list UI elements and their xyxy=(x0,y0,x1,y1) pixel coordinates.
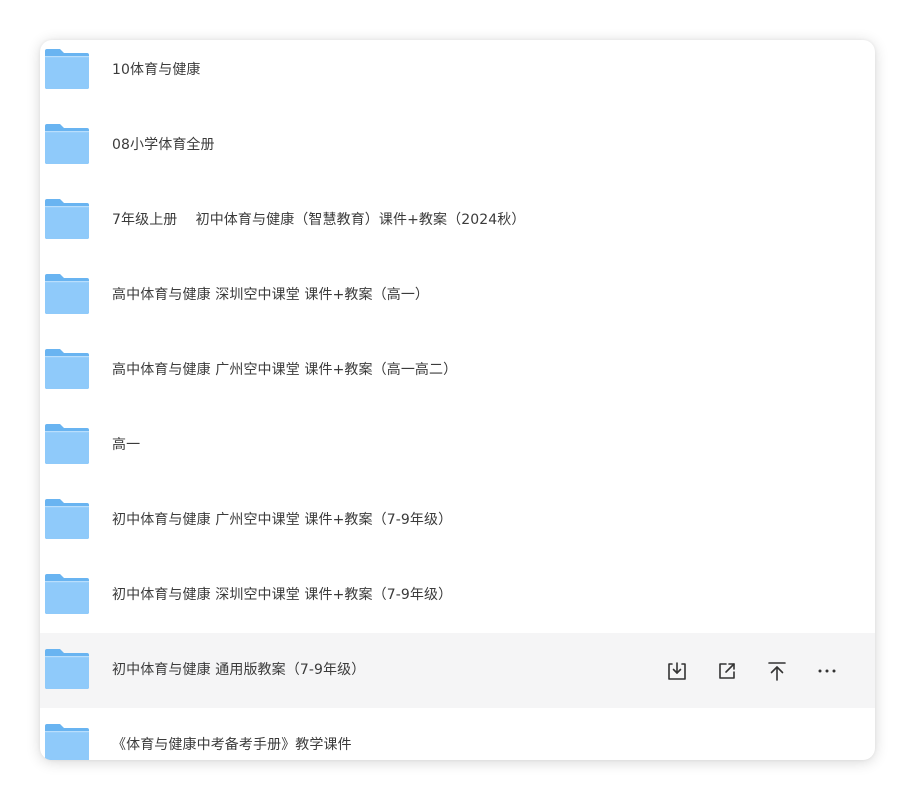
folder-name[interactable]: 高中体育与健康 深圳空中课堂 课件+教案（高一） xyxy=(112,258,429,333)
folder-icon xyxy=(44,498,90,540)
share-icon[interactable] xyxy=(715,659,739,683)
more-icon[interactable] xyxy=(815,659,839,683)
folder-row[interactable]: 高中体育与健康 广州空中课堂 课件+教案（高一高二） xyxy=(40,333,875,408)
folder-icon xyxy=(44,648,90,690)
folder-name[interactable]: 初中体育与健康 通用版教案（7-9年级） xyxy=(112,633,365,708)
folder-name[interactable]: 高一 xyxy=(112,408,140,483)
folder-icon xyxy=(44,48,90,90)
folder-row[interactable]: 08小学体育全册 xyxy=(40,108,875,183)
download-icon[interactable] xyxy=(665,659,689,683)
folder-row[interactable]: 10体育与健康 xyxy=(40,40,875,108)
folder-icon xyxy=(44,348,90,390)
folder-icon xyxy=(44,198,90,240)
folder-icon xyxy=(44,423,90,465)
folder-row[interactable]: 高一 xyxy=(40,408,875,483)
folder-name[interactable]: 7年级上册 初中体育与健康（智慧教育）课件+教案（2024秋） xyxy=(112,183,525,258)
folder-row[interactable]: 高中体育与健康 深圳空中课堂 课件+教案（高一） xyxy=(40,258,875,333)
folder-row[interactable]: 初中体育与健康 深圳空中课堂 课件+教案（7-9年级） xyxy=(40,558,875,633)
row-actions xyxy=(665,633,839,708)
folder-list: 10体育与健康 08小学体育全册 7年级上册 初中体育与健康（智慧教育）课件+教… xyxy=(40,40,875,760)
file-list-panel: 10体育与健康 08小学体育全册 7年级上册 初中体育与健康（智慧教育）课件+教… xyxy=(40,40,875,760)
folder-name[interactable]: 初中体育与健康 深圳空中课堂 课件+教案（7-9年级） xyxy=(112,558,452,633)
folder-name[interactable]: 08小学体育全册 xyxy=(112,108,215,183)
folder-name[interactable]: 高中体育与健康 广州空中课堂 课件+教案（高一高二） xyxy=(112,333,457,408)
folder-icon xyxy=(44,273,90,315)
folder-row[interactable]: 7年级上册 初中体育与健康（智慧教育）课件+教案（2024秋） xyxy=(40,183,875,258)
folder-icon xyxy=(44,123,90,165)
folder-row-hovered[interactable]: 初中体育与健康 通用版教案（7-9年级） xyxy=(40,633,875,708)
folder-name[interactable]: 《体育与健康中考备考手册》教学课件 xyxy=(112,708,352,760)
move-to-top-icon[interactable] xyxy=(765,659,789,683)
folder-icon xyxy=(44,723,90,760)
folder-row[interactable]: 初中体育与健康 广州空中课堂 课件+教案（7-9年级） xyxy=(40,483,875,558)
folder-name[interactable]: 初中体育与健康 广州空中课堂 课件+教案（7-9年级） xyxy=(112,483,452,558)
folder-name[interactable]: 10体育与健康 xyxy=(112,40,201,108)
folder-row[interactable]: 《体育与健康中考备考手册》教学课件 xyxy=(40,708,875,760)
folder-icon xyxy=(44,573,90,615)
